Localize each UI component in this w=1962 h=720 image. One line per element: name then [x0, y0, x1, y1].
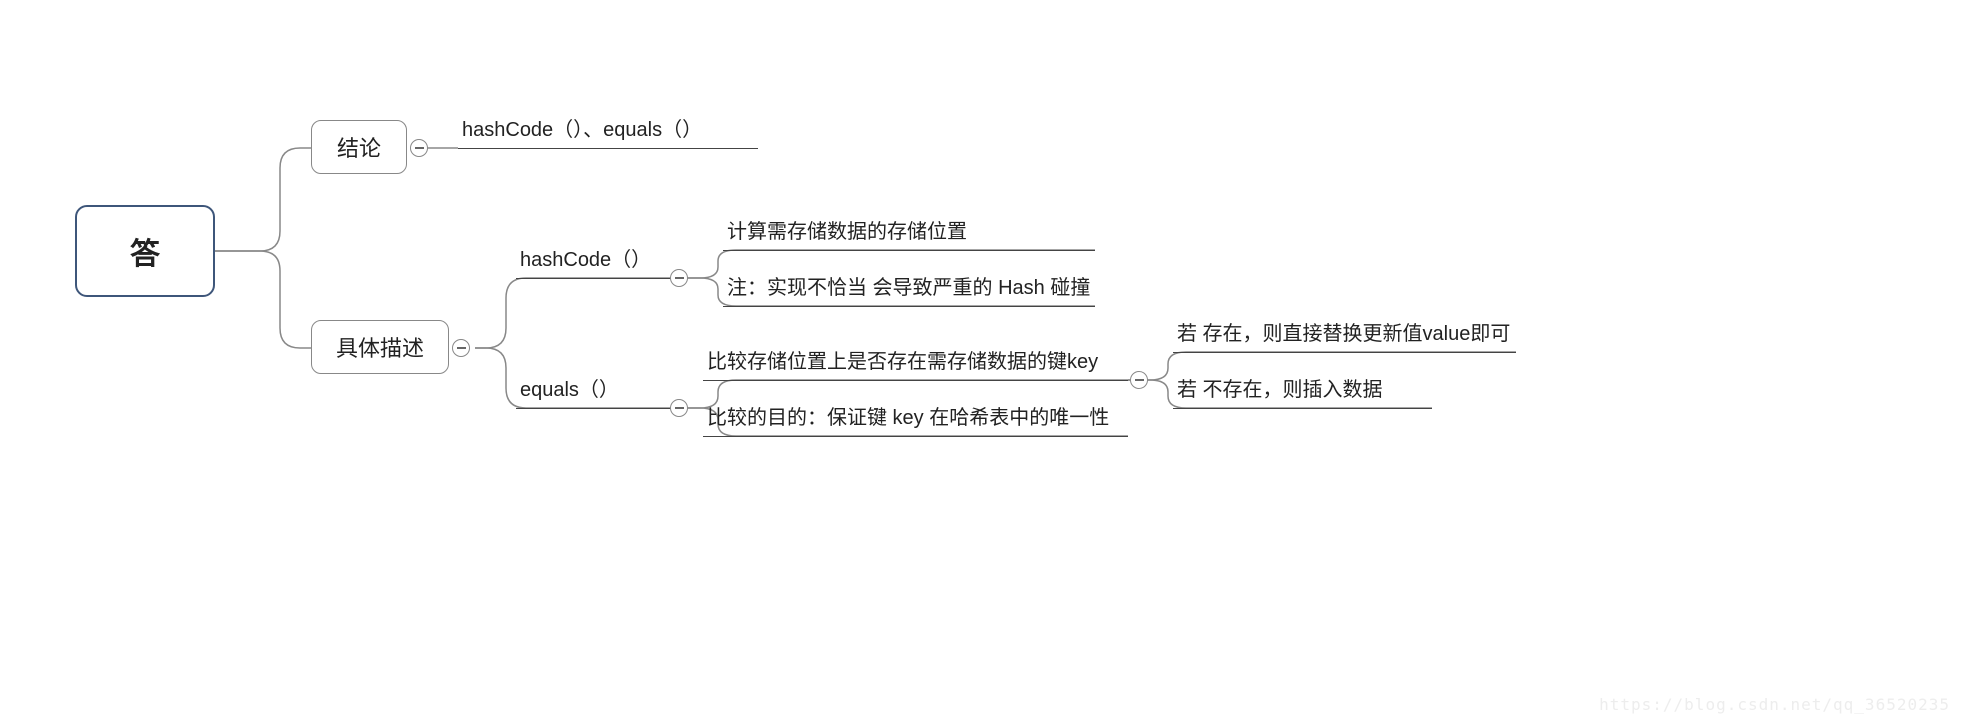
leaf-equals-label: equals（）	[516, 378, 678, 409]
collapse-icon[interactable]	[410, 139, 428, 157]
node-detail[interactable]: 具体描述	[311, 320, 449, 374]
collapse-icon[interactable]	[670, 399, 688, 417]
node-conclusion-label: 结论	[337, 131, 381, 163]
leaf-equals-notexists: 若 不存在，则插入数据	[1173, 378, 1432, 409]
collapse-icon[interactable]	[1130, 371, 1148, 389]
leaf-hashcode-desc2: 注：实现不恰当 会导致严重的 Hash 碰撞	[723, 276, 1095, 307]
collapse-icon[interactable]	[452, 339, 470, 357]
leaf-hashcode-desc1: 计算需存储数据的存储位置	[723, 220, 1095, 251]
root-label: 答	[130, 229, 160, 273]
leaf-equals-exists: 若 存在，则直接替换更新值value即可	[1173, 322, 1516, 353]
leaf-hashcode-label: hashCode（）	[516, 248, 678, 279]
leaf-equals-purpose: 比较的目的：保证键 key 在哈希表中的唯一性	[703, 406, 1128, 437]
root-node[interactable]: 答	[75, 205, 215, 297]
node-detail-label: 具体描述	[336, 331, 424, 363]
collapse-icon[interactable]	[670, 269, 688, 287]
leaf-equals-compare: 比较存储位置上是否存在需存储数据的键key	[703, 350, 1128, 381]
leaf-hashcode-equals: hashCode（）、equals（）	[458, 118, 758, 149]
watermark: https://blog.csdn.net/qq_36520235	[1599, 695, 1950, 714]
node-conclusion[interactable]: 结论	[311, 120, 407, 174]
